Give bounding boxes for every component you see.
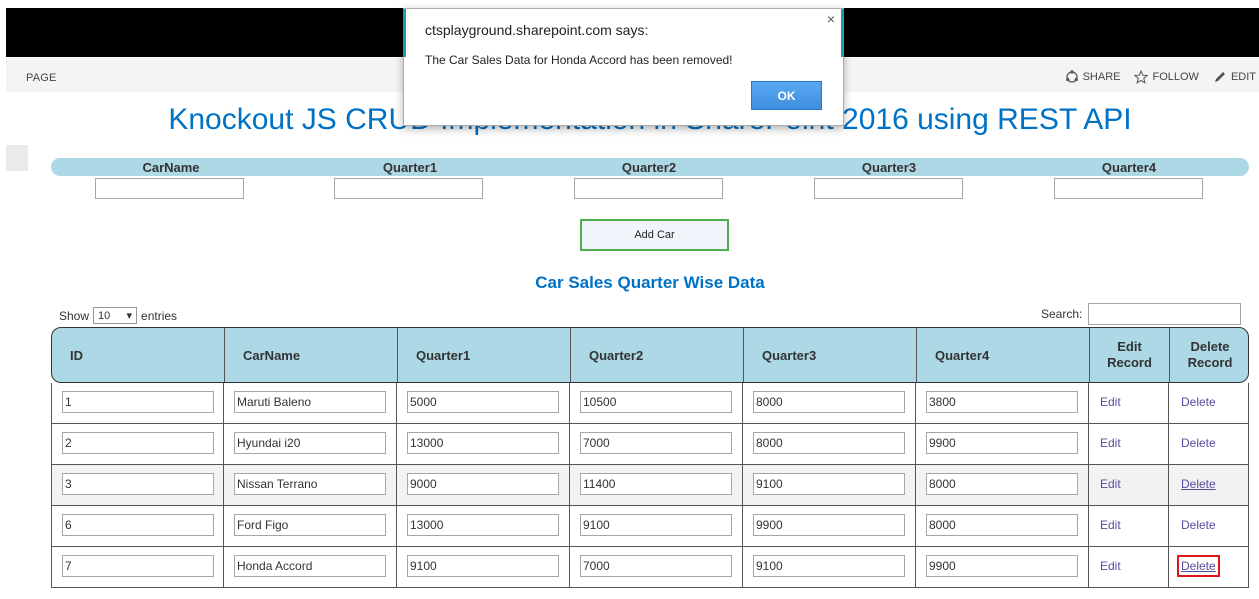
entries-value: 10 [98, 309, 111, 322]
id-field[interactable]: 2 [62, 432, 214, 454]
page-tab[interactable]: PAGE [26, 72, 57, 84]
quarter4-field[interactable]: 9900 [926, 555, 1078, 577]
entries-label: entries [141, 308, 178, 323]
edit-link[interactable]: Edit [1100, 477, 1121, 491]
search-label: Search: [1041, 307, 1083, 321]
quarter2-field[interactable]: 7000 [580, 432, 732, 454]
column-header-quarter1[interactable]: Quarter1 [397, 328, 570, 382]
form-header-quarter2: Quarter2 [621, 160, 677, 175]
form-header-carname: CarName [142, 160, 200, 175]
quarter1-field[interactable]: 13000 [407, 432, 559, 454]
edit-link[interactable]: Edit [1100, 518, 1121, 532]
form-header-quarter3: Quarter3 [861, 160, 917, 175]
id-field[interactable]: 6 [62, 514, 214, 536]
edit-link[interactable]: Edit [1100, 436, 1121, 450]
delete-link[interactable]: Delete [1181, 477, 1216, 491]
carname-field[interactable]: Honda Accord [234, 555, 386, 577]
left-nav-stub [6, 145, 28, 171]
column-header-quarter2[interactable]: Quarter2 [570, 328, 743, 382]
column-header-edit[interactable]: Edit Record [1089, 328, 1169, 382]
quarter2-field[interactable]: 9100 [580, 514, 732, 536]
column-header-id[interactable]: ID [52, 328, 224, 382]
pencil-icon [1214, 72, 1225, 82]
column-header-quarter3[interactable]: Quarter3 [743, 328, 916, 382]
quarter2-field[interactable]: 11400 [580, 473, 732, 495]
quarter4-input[interactable] [1054, 178, 1203, 199]
close-icon[interactable]: × [827, 11, 835, 27]
share-label: SHARE [1082, 71, 1121, 83]
add-form-header: CarName Quarter1 Quarter2 Quarter3 Quart… [51, 158, 1249, 176]
edit-link[interactable]: Edit [1100, 395, 1121, 409]
id-field[interactable]: 1 [62, 391, 214, 413]
follow-button[interactable]: FOLLOW [1134, 70, 1199, 84]
quarter1-field[interactable]: 5000 [407, 391, 559, 413]
search-input[interactable] [1088, 303, 1241, 325]
id-field[interactable]: 3 [62, 473, 214, 495]
quarter4-field[interactable]: 8000 [926, 473, 1078, 495]
quarter3-field[interactable]: 9100 [753, 555, 905, 577]
quarter3-input[interactable] [814, 178, 963, 199]
table-header: ID CarName Quarter1 Quarter2 Quarter3 Qu… [51, 327, 1249, 383]
carname-input[interactable] [95, 178, 244, 199]
dialog-accent-left [403, 9, 406, 57]
delete-link[interactable]: Delete [1181, 436, 1216, 450]
show-label: Show [59, 308, 90, 323]
chevron-down-icon: ▾ [126, 310, 133, 322]
quarter3-field[interactable]: 9900 [753, 514, 905, 536]
table-row: 1 Maruti Baleno 5000 10500 8000 3800 Edi… [51, 383, 1249, 424]
quarter3-field[interactable]: 9100 [753, 473, 905, 495]
show-entries-control: Show 10 ▾ entries [59, 307, 177, 324]
carname-field[interactable]: Maruti Baleno [234, 391, 386, 413]
alert-dialog: ctsplayground.sharepoint.com says: × The… [403, 8, 844, 126]
carname-field[interactable]: Hyundai i20 [234, 432, 386, 454]
quarter1-field[interactable]: 9000 [407, 473, 559, 495]
carname-field[interactable]: Ford Figo [234, 514, 386, 536]
add-car-button[interactable]: Add Car [580, 219, 729, 251]
quarter4-field[interactable]: 3800 [926, 391, 1078, 413]
ok-button[interactable]: OK [751, 81, 822, 110]
delete-link[interactable]: Delete [1177, 555, 1220, 577]
form-header-quarter4: Quarter4 [1101, 160, 1157, 175]
quarter4-field[interactable]: 9900 [926, 432, 1078, 454]
table-row: 2 Hyundai i20 13000 7000 8000 9900 Edit … [51, 424, 1249, 465]
quarter1-field[interactable]: 9100 [407, 555, 559, 577]
quarter3-field[interactable]: 8000 [753, 432, 905, 454]
ribbon-actions: SHARE FOLLOW EDIT [1065, 70, 1256, 84]
id-field[interactable]: 7 [62, 555, 214, 577]
section-title: Car Sales Quarter Wise Data [535, 273, 765, 292]
column-header-quarter4[interactable]: Quarter4 [916, 328, 1089, 382]
edit-link[interactable]: Edit [1100, 559, 1121, 573]
dialog-title: ctsplayground.sharepoint.com says: [425, 22, 649, 38]
quarter2-field[interactable]: 10500 [580, 391, 732, 413]
delete-link[interactable]: Delete [1181, 395, 1216, 409]
share-button[interactable]: SHARE [1065, 70, 1121, 84]
edit-label: EDIT [1230, 71, 1256, 83]
edit-page-button[interactable]: EDIT [1213, 70, 1256, 84]
quarter2-input[interactable] [574, 178, 723, 199]
quarter2-field[interactable]: 7000 [580, 555, 732, 577]
dialog-message: The Car Sales Data for Honda Accord has … [425, 53, 733, 67]
follow-label: FOLLOW [1152, 71, 1199, 83]
quarter1-input[interactable] [334, 178, 483, 199]
table-row: 6 Ford Figo 13000 9100 9900 8000 Edit De… [51, 506, 1249, 547]
share-icon [1065, 70, 1078, 83]
quarter3-field[interactable]: 8000 [753, 391, 905, 413]
entries-select[interactable]: 10 ▾ [93, 307, 138, 324]
quarter1-field[interactable]: 13000 [407, 514, 559, 536]
table-row: 3 Nissan Terrano 9000 11400 9100 8000 Ed… [51, 465, 1249, 506]
form-header-quarter1: Quarter1 [382, 160, 438, 175]
dialog-accent-right [841, 9, 844, 57]
carname-field[interactable]: Nissan Terrano [234, 473, 386, 495]
column-header-carname[interactable]: CarName [224, 328, 397, 382]
quarter4-field[interactable]: 8000 [926, 514, 1078, 536]
delete-link[interactable]: Delete [1181, 518, 1216, 532]
star-icon [1134, 70, 1149, 84]
table-row: 7 Honda Accord 9100 7000 9100 9900 Edit … [51, 547, 1249, 588]
column-header-delete[interactable]: Delete Record [1169, 328, 1248, 382]
